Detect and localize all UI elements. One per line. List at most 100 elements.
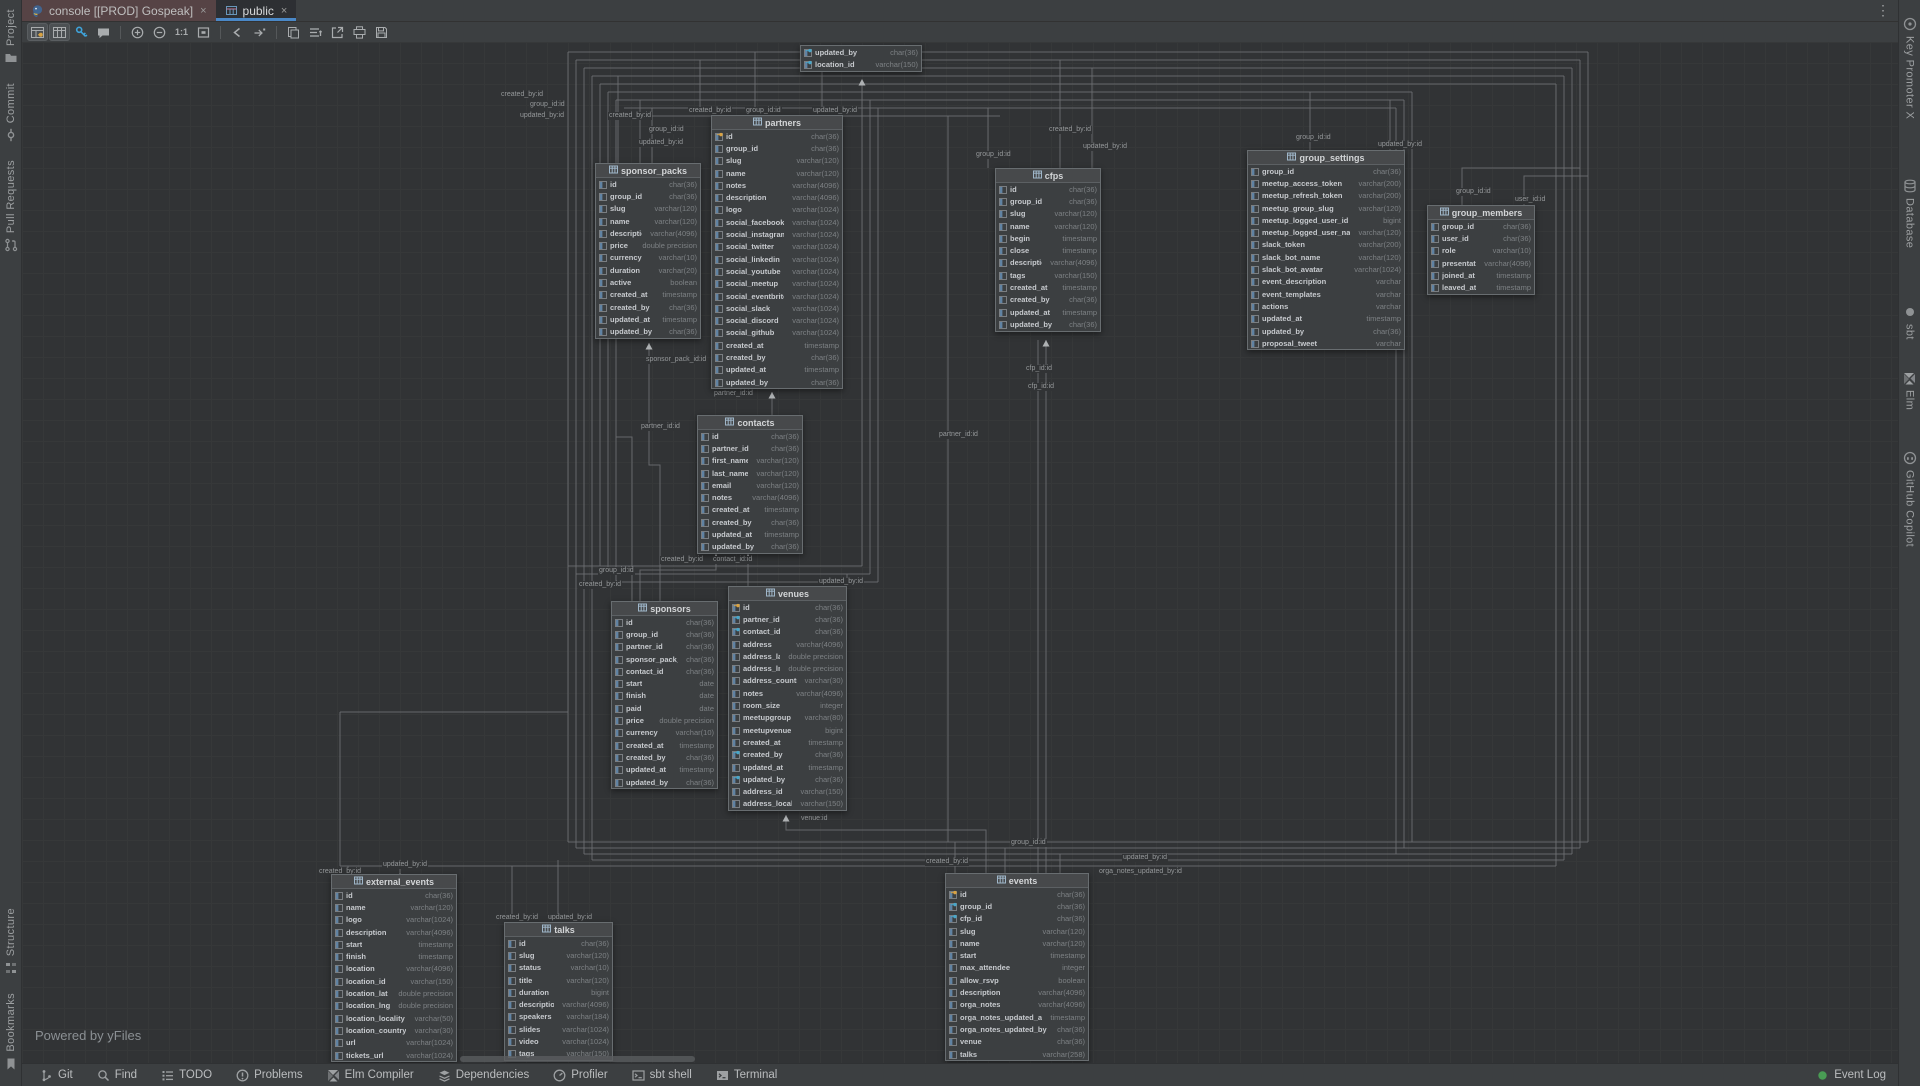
tool-button-commit[interactable]: Commit [4,74,18,151]
table-column-row[interactable]: meetup_refresh_tokenvarchar(200) [1248,190,1404,202]
table-column-row[interactable]: social_discordvarchar(1024) [712,314,842,326]
diagram-canvas[interactable]: Powered by yFiles updated_bychar(36)loca… [22,42,1898,1063]
table-header[interactable]: partners [712,116,842,130]
table-column-row[interactable]: social_slackvarchar(1024) [712,302,842,314]
table-column-row[interactable]: slugvarchar(120) [712,155,842,167]
fit-content-icon[interactable] [193,23,214,41]
status-item-elm-compiler[interactable]: Elm Compiler [327,1069,414,1082]
table-column-row[interactable]: videovarchar(1024) [505,1035,612,1047]
table-column-row[interactable]: updated_attimestamp [729,761,846,773]
table-column-row[interactable]: meetup_access_tokenvarchar(200) [1248,177,1404,189]
print-icon[interactable] [349,23,370,41]
table-column-row[interactable]: slidesvarchar(1024) [505,1023,612,1035]
table-header[interactable]: talks [505,923,612,937]
table-column-row[interactable]: logovarchar(1024) [332,914,456,926]
table-column-row[interactable]: notesvarchar(4096) [712,179,842,191]
table-column-row[interactable]: cfp_idchar(36) [946,913,1088,925]
entity-table-cfps[interactable]: cfpsidchar(36)group_idchar(36)slugvarcha… [995,168,1101,332]
tool-button-key-promoter-x[interactable]: Key Promoter X [1903,8,1917,128]
table-column-row[interactable]: idchar(36) [505,937,612,949]
table-column-row[interactable]: slugvarchar(120) [596,203,700,215]
tool-button-elm[interactable]: Elm [1903,362,1917,419]
table-column-row[interactable]: venuechar(36) [946,1036,1088,1048]
entity-table-sponsors[interactable]: sponsorsidchar(36)group_idchar(36)partne… [611,601,718,789]
table-column-row[interactable]: updated_bychar(36) [729,773,846,785]
table-header[interactable]: group_settings [1248,151,1404,165]
entity-table-group_members[interactable]: group_membersgroup_idchar(36)user_idchar… [1427,205,1535,295]
entity-table-partners[interactable]: partnersidchar(36)group_idchar(36)slugva… [711,115,843,389]
status-item-dependencies[interactable]: Dependencies [438,1069,530,1082]
comment-icon[interactable] [93,23,114,41]
table-column-row[interactable]: idchar(36) [612,616,717,628]
table-column-row[interactable]: idchar(36) [596,178,700,190]
status-item-terminal[interactable]: Terminal [716,1069,777,1082]
table-column-row[interactable]: updated_bychar(36) [712,376,842,388]
table-column-row[interactable]: idchar(36) [332,889,456,901]
table-column-row[interactable]: address_lngdouble precision [729,662,846,674]
table-column-row[interactable]: address_countryvarchar(30) [729,675,846,687]
table-column-row[interactable]: partner_idchar(36) [729,613,846,625]
table-column-row[interactable]: last_namevarchar(120) [698,467,802,479]
table-column-row[interactable]: idchar(36) [712,130,842,142]
status-item-find[interactable]: Find [97,1069,137,1082]
table-column-row[interactable]: created_bychar(36) [729,749,846,761]
table-column-row[interactable]: orga_notes_updated_attimestamp [946,1011,1088,1023]
zoom-out-icon[interactable] [149,23,170,41]
table-column-row[interactable]: addressvarchar(4096) [729,638,846,650]
table-header[interactable]: cfps [996,169,1100,183]
table-column-row[interactable]: actionsvarchar [1248,300,1404,312]
status-item-problems[interactable]: Problems [236,1069,303,1082]
copy-diagram-icon[interactable] [283,23,304,41]
table-column-row[interactable]: allow_rsvpboolean [946,974,1088,986]
table-column-row[interactable]: descriptionvarchar(4096) [332,926,456,938]
status-item-todo[interactable]: TODO [161,1069,212,1082]
table-column-row[interactable]: meetup_logged_user_idbigint [1248,214,1404,226]
table-column-row[interactable]: presentationvarchar(4096) [1428,257,1534,269]
jump-to-source-icon[interactable] [249,23,270,41]
table-column-row[interactable]: location_localityvarchar(50) [332,1012,456,1024]
table-column-row[interactable]: created_attimestamp [712,339,842,351]
table-header[interactable]: contacts [698,416,802,430]
layout-icon[interactable] [305,23,326,41]
table-column-row[interactable]: finishdate [612,690,717,702]
table-column-row[interactable]: pricedouble precision [612,714,717,726]
tool-button-project[interactable]: Project [4,0,18,74]
table-column-row[interactable]: address_idvarchar(150) [729,785,846,797]
table-header[interactable]: external_events [332,875,456,889]
table-column-row[interactable]: rolevarchar(10) [1428,245,1534,257]
tool-button-pull-requests[interactable]: Pull Requests [4,151,18,261]
tool-button-database[interactable]: Database [1903,170,1917,257]
table-column-row[interactable]: idchar(36) [996,183,1100,195]
status-item-event-log[interactable]: Event Log [1816,1069,1886,1082]
table-column-row[interactable]: closetimestamp [996,244,1100,256]
editor-tab-public[interactable]: public× [216,0,297,21]
table-column-row[interactable]: updated_bychar(36) [996,318,1100,330]
table-column-row[interactable]: updated_attimestamp [612,764,717,776]
tool-button-sbt[interactable]: sbt [1903,296,1917,349]
table-column-row[interactable]: namevarchar(120) [332,901,456,913]
table-column-row[interactable]: updated_bychar(36) [596,326,700,338]
table-column-row[interactable]: updated_bychar(36) [612,776,717,788]
table-column-row[interactable]: social_facebookvarchar(1024) [712,216,842,228]
table-column-row[interactable]: created_bychar(36) [612,751,717,763]
table-column-row[interactable]: location_lngdouble precision [332,1000,456,1012]
table-column-row[interactable]: first_namevarchar(120) [698,455,802,467]
table-column-row[interactable]: proposal_tweetvarchar [1248,337,1404,349]
table-column-row[interactable]: namevarchar(120) [946,937,1088,949]
table-column-row[interactable]: location_idvarchar(150) [801,58,921,70]
table-column-row[interactable]: group_idchar(36) [946,900,1088,912]
table-column-row[interactable]: begintimestamp [996,232,1100,244]
table-column-row[interactable]: max_attendeeinteger [946,962,1088,974]
table-column-row[interactable]: currencyvarchar(10) [612,727,717,739]
table-column-row[interactable]: notesvarchar(4096) [729,687,846,699]
table-column-row[interactable]: starttimestamp [946,949,1088,961]
table-column-row[interactable]: event_descriptionvarchar [1248,276,1404,288]
table-column-row[interactable]: user_idchar(36) [1428,232,1534,244]
table-header[interactable]: sponsors [612,602,717,616]
table-column-row[interactable]: descriptionvarchar(4096) [505,998,612,1010]
table-column-row[interactable]: group_idchar(36) [996,195,1100,207]
table-column-row[interactable]: paiddate [612,702,717,714]
table-column-row[interactable]: descriptionvarchar(4096) [712,191,842,203]
table-column-row[interactable]: namevarchar(120) [712,167,842,179]
table-column-row[interactable]: meetup_group_slugvarchar(120) [1248,202,1404,214]
